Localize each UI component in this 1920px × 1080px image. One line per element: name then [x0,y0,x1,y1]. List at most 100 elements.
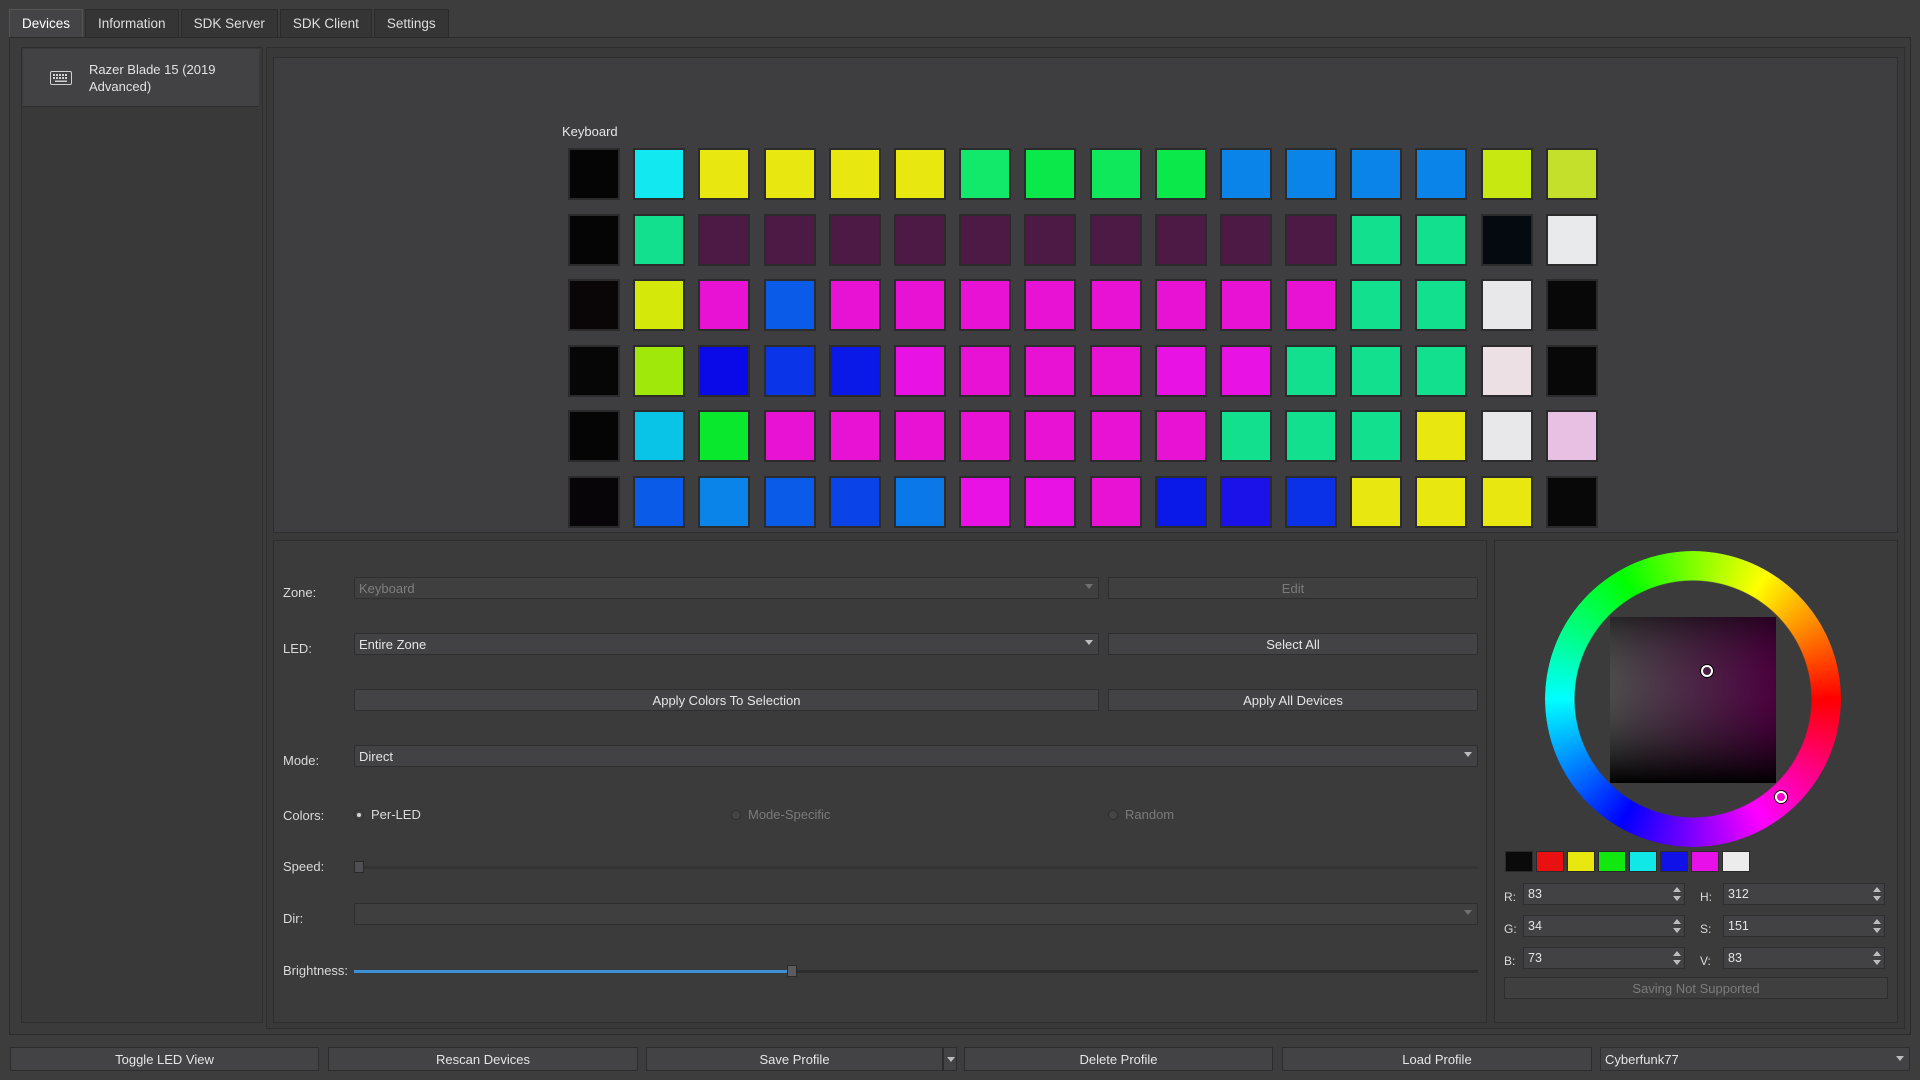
led-key[interactable] [1480,279,1533,331]
speed-slider-handle[interactable] [354,861,364,873]
led-key[interactable] [568,148,620,200]
led-key[interactable] [1154,279,1207,331]
led-key[interactable] [1285,344,1338,397]
led-key[interactable] [698,213,751,266]
led-key[interactable] [1154,213,1207,266]
led-key[interactable] [1089,344,1142,397]
led-key[interactable] [1089,475,1142,528]
led-key[interactable] [1089,148,1142,200]
led-key[interactable] [1024,475,1077,528]
led-key[interactable] [1089,410,1142,462]
led-key[interactable] [1219,213,1272,266]
led-key[interactable] [1350,148,1403,200]
led-key[interactable] [959,410,1012,462]
radio-mode-specific[interactable]: Mode-Specific [731,807,830,822]
spin-arrows-icon[interactable] [1873,887,1881,901]
led-key[interactable] [1545,279,1598,331]
led-key[interactable] [1545,475,1598,528]
red-spinbox[interactable]: 83 [1523,883,1685,905]
led-key[interactable] [1480,213,1533,266]
led-key[interactable] [633,410,686,462]
led-key[interactable] [959,279,1012,331]
led-key[interactable] [828,410,881,462]
led-key[interactable] [959,344,1012,397]
led-key[interactable] [568,279,620,331]
led-key[interactable] [633,213,686,266]
color-swatch[interactable] [1505,851,1533,872]
color-wheel[interactable] [1545,551,1841,847]
led-key[interactable] [959,475,1012,528]
led-key[interactable] [893,410,946,462]
apply-all-devices-button[interactable]: Apply All Devices [1108,689,1478,711]
led-key[interactable] [828,148,881,200]
sv-marker[interactable] [1701,665,1713,677]
led-key[interactable] [1545,213,1598,266]
led-key[interactable] [1285,148,1338,200]
led-key[interactable] [1545,344,1598,397]
led-select[interactable]: Entire Zone [354,633,1099,655]
led-key[interactable] [1480,410,1533,462]
tab-sdk-server[interactable]: SDK Server [180,9,278,37]
led-key[interactable] [893,475,946,528]
tab-information[interactable]: Information [85,9,179,37]
led-key[interactable] [893,279,946,331]
led-key[interactable] [1219,344,1272,397]
led-key[interactable] [1415,344,1468,397]
spin-arrows-icon[interactable] [1673,951,1681,965]
led-key[interactable] [1089,213,1142,266]
led-key[interactable] [1154,475,1207,528]
direction-select[interactable] [354,903,1478,925]
radio-per-led[interactable]: Per-LED [354,807,421,822]
spin-arrows-icon[interactable] [1873,951,1881,965]
led-key[interactable] [763,213,816,266]
led-key[interactable] [633,344,686,397]
led-key[interactable] [1350,475,1403,528]
led-key[interactable] [1415,213,1468,266]
led-key[interactable] [698,410,751,462]
speed-slider[interactable] [354,861,1478,873]
led-key[interactable] [763,344,816,397]
color-swatch[interactable] [1660,851,1688,872]
led-key[interactable] [1285,475,1338,528]
delete-profile-button[interactable]: Delete Profile [964,1047,1273,1071]
tab-sdk-client[interactable]: SDK Client [279,9,372,37]
led-key[interactable] [1415,148,1468,200]
led-key[interactable] [763,475,816,528]
led-key[interactable] [698,344,751,397]
device-item[interactable]: Razer Blade 15 (2019 Advanced) [23,49,259,107]
led-key[interactable] [893,148,946,200]
led-key[interactable] [1219,475,1272,528]
led-key[interactable] [1285,279,1338,331]
color-swatch[interactable] [1536,851,1564,872]
led-key[interactable] [568,475,620,528]
led-key[interactable] [828,475,881,528]
color-swatch[interactable] [1629,851,1657,872]
led-key[interactable] [1350,410,1403,462]
led-key[interactable] [1285,410,1338,462]
apply-colors-to-selection-button[interactable]: Apply Colors To Selection [354,689,1099,711]
edit-button[interactable]: Edit [1108,577,1478,599]
led-key[interactable] [828,213,881,266]
led-key[interactable] [633,279,686,331]
zone-select[interactable]: Keyboard [354,577,1099,599]
led-key[interactable] [763,148,816,200]
profile-select[interactable]: Cyberfunk77 [1600,1047,1910,1071]
tab-devices[interactable]: Devices [9,9,84,37]
select-all-button[interactable]: Select All [1108,633,1478,655]
led-key[interactable] [893,213,946,266]
led-key[interactable] [1480,148,1533,200]
led-key[interactable] [1219,410,1272,462]
save-profile-menu-chevron-icon[interactable] [943,1047,957,1071]
led-key[interactable] [1415,410,1468,462]
spin-arrows-icon[interactable] [1673,919,1681,933]
load-profile-button[interactable]: Load Profile [1282,1047,1592,1071]
led-key[interactable] [1545,410,1598,462]
hue-spinbox[interactable]: 312 [1723,883,1885,905]
green-spinbox[interactable]: 34 [1523,915,1685,937]
led-key[interactable] [828,279,881,331]
led-key[interactable] [1089,279,1142,331]
saving-not-supported-button[interactable]: Saving Not Supported [1504,977,1888,999]
led-key[interactable] [1154,148,1207,200]
led-key[interactable] [959,148,1012,200]
led-key[interactable] [1024,344,1077,397]
